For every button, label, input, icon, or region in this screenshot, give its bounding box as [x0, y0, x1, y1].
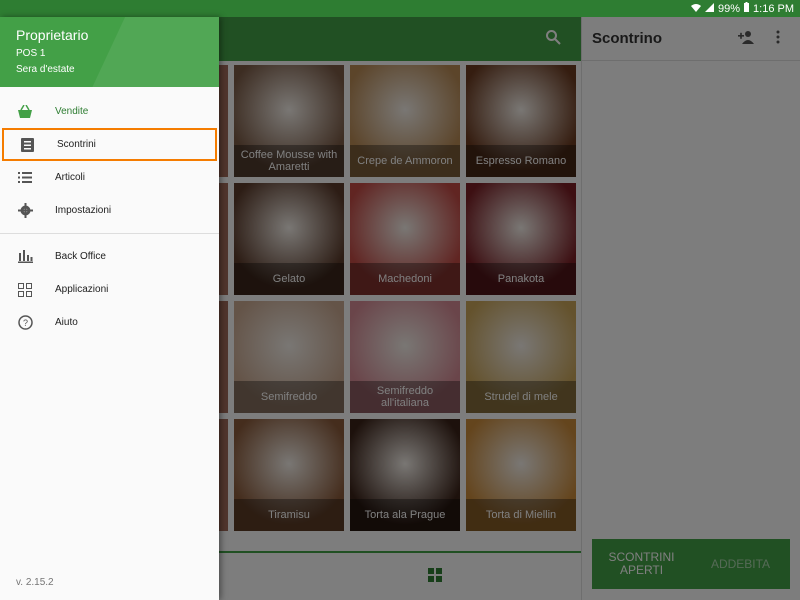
drawer-item-back-office[interactable]: Back Office	[0, 240, 219, 273]
drawer-item-vendite[interactable]: Vendite	[0, 95, 219, 128]
drawer-item-impostazioni[interactable]: Impostazioni	[0, 194, 219, 227]
status-bar: 99% 1:16 PM	[0, 0, 800, 17]
drawer-item-articoli[interactable]: Articoli	[0, 161, 219, 194]
signal-icon	[705, 2, 714, 15]
drawer-item-label: Applicazioni	[55, 284, 109, 295]
drawer-header: Proprietario POS 1 Sera d'estate	[0, 17, 219, 87]
battery-percent: 99%	[718, 2, 741, 15]
drawer-item-label: Back Office	[55, 251, 106, 262]
drawer-item-label: Aiuto	[55, 317, 78, 328]
gear-icon	[16, 202, 34, 220]
clock: 1:16 PM	[753, 2, 794, 15]
drawer-divider	[0, 233, 219, 234]
basket-icon	[16, 103, 34, 121]
drawer-item-aiuto[interactable]: ? Aiuto	[0, 306, 219, 339]
receipt-icon	[18, 136, 36, 154]
app-version: v. 2.15.2	[16, 577, 54, 588]
drawer-item-label: Articoli	[55, 172, 86, 183]
battery-icon	[744, 2, 750, 15]
bar-chart-icon	[16, 248, 34, 266]
drawer-item-label: Vendite	[55, 106, 89, 117]
navigation-drawer: Proprietario POS 1 Sera d'estate Vendite…	[0, 17, 219, 600]
drawer-item-applicazioni[interactable]: Applicazioni	[0, 273, 219, 306]
apps-icon	[16, 281, 34, 299]
wifi-icon	[691, 3, 701, 15]
drawer-item-label: Scontrini	[57, 139, 96, 150]
list-icon	[16, 169, 34, 187]
drawer-menu: Vendite Scontrini Articoli Impostazioni	[0, 95, 219, 339]
drawer-item-scontrini[interactable]: Scontrini	[2, 128, 217, 161]
svg-text:?: ?	[22, 318, 27, 328]
drawer-item-label: Impostazioni	[55, 205, 112, 216]
help-icon: ?	[16, 314, 34, 332]
